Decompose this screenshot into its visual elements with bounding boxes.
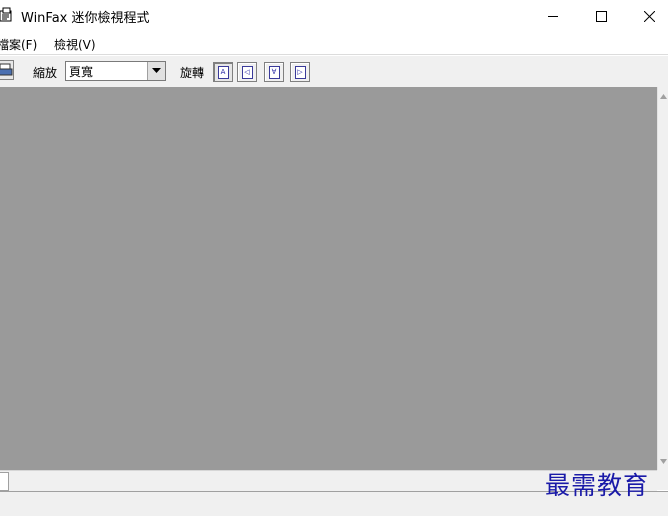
dropdown-arrow-icon: [152, 68, 161, 73]
rotate-0-icon: A: [217, 65, 229, 79]
menu-bar: 檔案(F) 檢視(V): [0, 32, 668, 55]
scroll-up-arrow-icon: [660, 93, 667, 99]
maximize-button[interactable]: [578, 0, 624, 32]
print-button[interactable]: [0, 60, 14, 80]
zoom-select[interactable]: 頁寬: [65, 61, 166, 81]
rotate-right-button[interactable]: ▷: [290, 62, 310, 82]
rotate-left-button[interactable]: ◁: [237, 62, 257, 82]
zoom-selected-value: 頁寬: [69, 65, 94, 79]
toolbar: 縮放 頁寬 旋轉 A ◁ ∀ ▷: [0, 55, 668, 88]
maximize-icon: [595, 10, 607, 22]
minimize-icon: [548, 16, 558, 17]
scroll-up-button[interactable]: [658, 89, 668, 103]
scroll-left-button[interactable]: [0, 472, 9, 491]
window-title: WinFax 迷你檢視程式: [21, 11, 150, 26]
close-button[interactable]: [626, 0, 668, 32]
scroll-down-arrow-icon: [660, 458, 667, 464]
watermark-text: 最需教育: [545, 471, 650, 500]
rotate-180-button[interactable]: ∀: [264, 62, 284, 82]
printer-icon: [0, 63, 13, 76]
rotate-label: 旋轉: [180, 66, 205, 80]
winfax-app-icon[interactable]: [0, 7, 14, 23]
menu-view[interactable]: 檢視(V): [54, 36, 96, 53]
close-icon: [643, 10, 655, 22]
menu-file[interactable]: 檔案(F): [0, 36, 37, 53]
title-bar: WinFax 迷你檢視程式: [0, 0, 668, 32]
zoom-label: 縮放: [33, 66, 58, 80]
zoom-dropdown-button[interactable]: [147, 62, 165, 80]
scroll-down-button[interactable]: [658, 454, 668, 468]
scrollbar-corner: [657, 470, 668, 490]
rotate-right-icon: ▷: [294, 65, 306, 79]
rotate-left-icon: ◁: [241, 65, 253, 79]
document-viewer-area[interactable]: [0, 87, 657, 470]
vertical-scrollbar[interactable]: [657, 87, 668, 470]
rotate-0-button[interactable]: A: [213, 62, 233, 82]
rotate-180-icon: ∀: [268, 65, 280, 79]
minimize-button[interactable]: [530, 0, 576, 32]
